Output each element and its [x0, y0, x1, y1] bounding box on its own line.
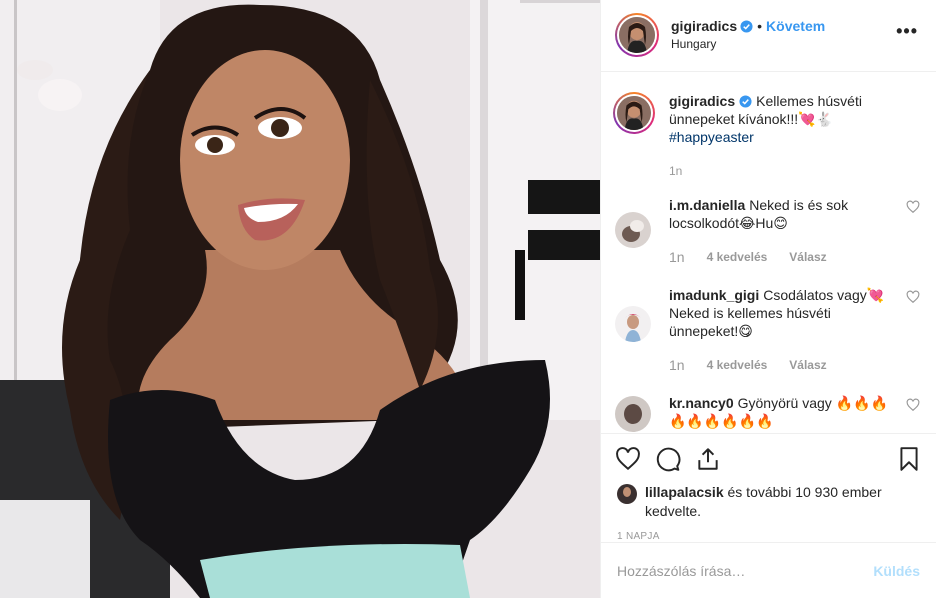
header-username[interactable]: gigiradics — [671, 18, 737, 34]
heart-icon[interactable] — [906, 200, 920, 214]
share-icon[interactable] — [695, 446, 721, 472]
caption: gigiradics Kellemes húsvéti ünnepeket kív… — [613, 91, 920, 180]
comments-list[interactable]: gigiradics Kellemes húsvéti ünnepeket kív… — [601, 72, 936, 433]
comment-avatar[interactable] — [615, 211, 651, 248]
comment-avatar[interactable] — [615, 305, 651, 342]
comment-item: kr.nancy0 Gyönyörü vagy 🔥🔥🔥 🔥🔥🔥🔥🔥🔥 — [615, 394, 920, 432]
comment-input[interactable] — [617, 562, 874, 579]
liker-avatar[interactable] — [617, 484, 637, 505]
post-comment-button[interactable]: Küldés — [873, 563, 920, 579]
heart-icon[interactable] — [906, 290, 920, 304]
reply-button[interactable]: Válasz — [789, 248, 826, 266]
likes-summary: lillapalacsik és további 10 930 ember ke… — [601, 483, 936, 521]
comment-username[interactable]: imadunk_gigi — [669, 287, 759, 303]
caption-username[interactable]: gigiradics — [669, 93, 735, 109]
caption-hashtag[interactable]: #happyeaster — [669, 128, 920, 146]
comment-username[interactable]: kr.nancy0 — [669, 395, 734, 411]
profile-avatar-ring[interactable] — [615, 13, 659, 58]
comment-time[interactable]: 1n — [669, 248, 685, 266]
post-actions — [601, 433, 936, 483]
post-photo-image — [0, 0, 600, 598]
caption-avatar-ring[interactable] — [613, 91, 655, 134]
comment-time[interactable]: 1n — [669, 356, 685, 374]
caption-time[interactable]: 1n — [669, 162, 682, 180]
comment-item: i.m.daniella Neked is és sok locsolkodót😂… — [615, 196, 920, 266]
post-photo[interactable] — [0, 0, 600, 598]
instagram-post: gigiradics • Követem Hungary ••• gigirad… — [0, 0, 936, 598]
add-comment-bar: Küldés — [601, 542, 936, 598]
comment-icon[interactable] — [655, 446, 681, 472]
verified-icon — [739, 95, 752, 108]
comment-likes[interactable]: 4 kedvelés — [707, 356, 768, 374]
post-header: gigiradics • Követem Hungary ••• — [601, 0, 936, 72]
header-dot-separator: • — [757, 18, 763, 35]
follow-button[interactable]: Követem — [766, 18, 825, 34]
post-date[interactable]: 1 NAPJA — [601, 521, 936, 542]
post-side-panel: gigiradics • Követem Hungary ••• gigirad… — [600, 0, 936, 598]
more-options-icon[interactable]: ••• — [896, 22, 918, 40]
caption-avatar — [617, 95, 651, 130]
heart-icon[interactable] — [615, 446, 641, 472]
heart-icon[interactable] — [906, 398, 920, 412]
location-link[interactable]: Hungary — [671, 35, 825, 53]
comment-likes[interactable]: 4 kedvelés — [707, 248, 768, 266]
verified-icon — [740, 20, 753, 33]
reply-button[interactable]: Válasz — [789, 356, 826, 374]
comment-avatar[interactable] — [615, 395, 651, 432]
profile-avatar — [619, 17, 655, 54]
comment-item: imadunk_gigi Csodálatos vagy💘 Neked is ke… — [615, 286, 920, 374]
comment-username[interactable]: i.m.daniella — [669, 197, 745, 213]
liker-username[interactable]: lillapalacsik — [645, 484, 724, 500]
bookmark-icon[interactable] — [896, 446, 922, 472]
